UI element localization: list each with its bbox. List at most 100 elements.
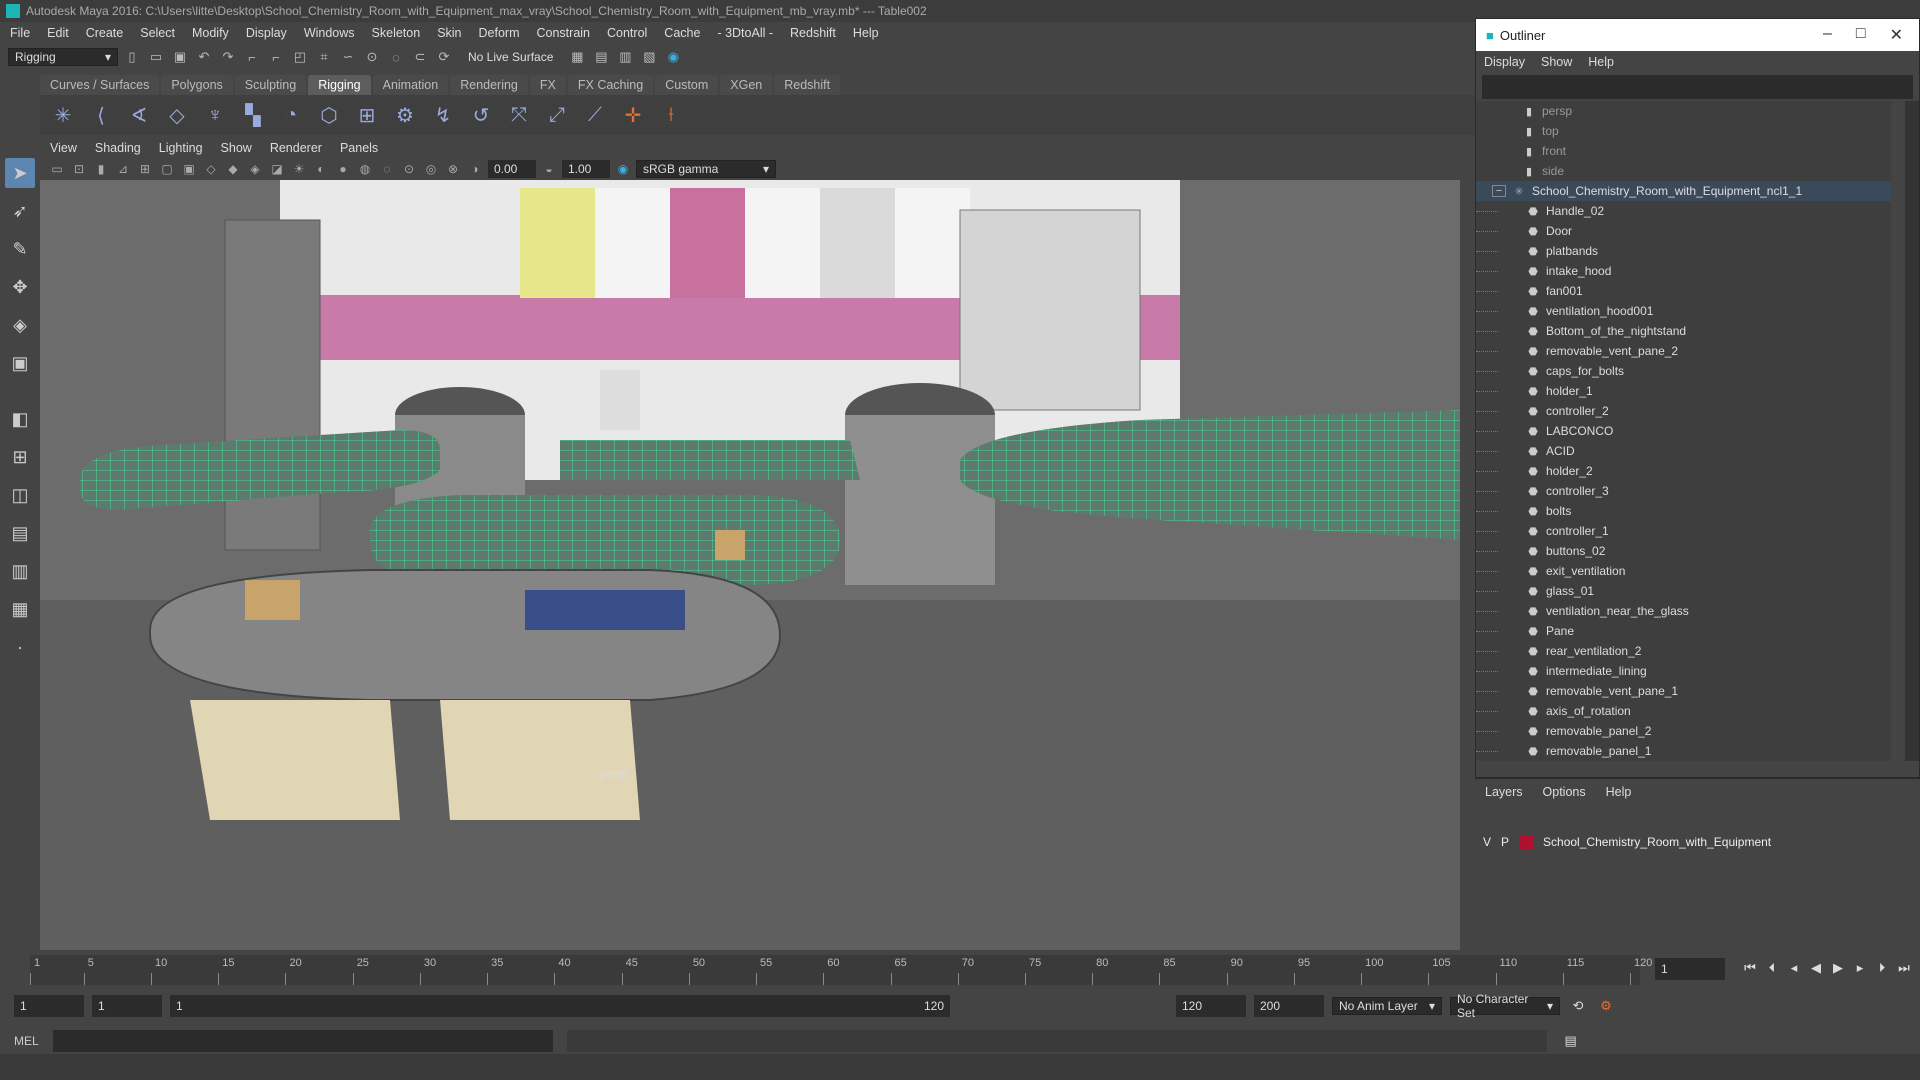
image-plane-icon[interactable]: ⊿: [114, 160, 132, 178]
outliner-menu-show[interactable]: Show: [1541, 55, 1572, 69]
parent-constraint-icon[interactable]: ⚙: [390, 100, 420, 130]
render-view-icon[interactable]: ▦: [567, 47, 587, 67]
aim-constraint-icon[interactable]: ⤢: [542, 100, 572, 130]
tab-sculpting[interactable]: Sculpting: [234, 75, 307, 95]
textured-icon[interactable]: ◪: [268, 160, 286, 178]
ik-fk-icon[interactable]: ⟊: [656, 100, 686, 130]
two-view-icon[interactable]: ◫: [5, 480, 35, 510]
command-input[interactable]: [52, 1030, 553, 1052]
snap-curve-icon[interactable]: ∽: [338, 47, 358, 67]
tab-animation[interactable]: Animation: [372, 75, 449, 95]
render-frame-icon[interactable]: ▤: [591, 47, 611, 67]
step-forward-frame-icon[interactable]: ▸: [1850, 958, 1870, 978]
menu-cache[interactable]: Cache: [664, 26, 700, 40]
layer-color-swatch[interactable]: [1519, 835, 1534, 849]
snap-grid-icon[interactable]: ⌗: [314, 47, 334, 67]
outliner-scrollbar[interactable]: [1905, 101, 1919, 761]
animation-prefs-icon[interactable]: ⚙: [1596, 996, 1616, 1016]
list-item[interactable]: ⬣ exit_ventilation: [1476, 561, 1891, 581]
persp-graph-icon[interactable]: ▥: [5, 556, 35, 586]
list-item[interactable]: ⬣ axis_of_rotation: [1476, 701, 1891, 721]
list-item[interactable]: ⬣ Pane: [1476, 621, 1891, 641]
menu-display[interactable]: Display: [246, 26, 287, 40]
redo-icon[interactable]: ↷: [218, 47, 238, 67]
single-view-icon[interactable]: ◧: [5, 404, 35, 434]
select-object-icon[interactable]: ⌐: [266, 47, 286, 67]
play-backward-icon[interactable]: ◀: [1806, 958, 1826, 978]
range-slider-bar[interactable]: 1 120: [170, 995, 950, 1017]
tab-rigging[interactable]: Rigging: [308, 75, 371, 95]
anti-aliasing-icon[interactable]: ◌: [378, 160, 396, 178]
list-item[interactable]: ⬣ Handle_02: [1476, 201, 1891, 221]
locator-icon[interactable]: ✛: [618, 100, 648, 130]
smooth-shade-icon[interactable]: ◆: [224, 160, 242, 178]
persp-outliner-icon[interactable]: ▤: [5, 518, 35, 548]
list-item[interactable]: ⬣ removable_vent_pane_1: [1476, 681, 1891, 701]
panel-menu-show[interactable]: Show: [221, 141, 252, 155]
lights-icon[interactable]: ☀: [290, 160, 308, 178]
tab-rendering[interactable]: Rendering: [450, 75, 528, 95]
colorspace-dropdown[interactable]: sRGB gamma ▾: [636, 160, 776, 178]
list-item[interactable]: ⬣ intake_hood: [1476, 261, 1891, 281]
ambient-occlusion-icon[interactable]: ●: [334, 160, 352, 178]
list-item[interactable]: ⬣ controller_2: [1476, 401, 1891, 421]
list-item[interactable]: ⬣ removable_vent_pane_2: [1476, 341, 1891, 361]
pole-vector-icon[interactable]: ⟋: [580, 100, 610, 130]
current-frame-field[interactable]: 1: [1655, 958, 1725, 980]
new-scene-icon[interactable]: ▯: [122, 47, 142, 67]
film-gate-icon[interactable]: ▢: [158, 160, 176, 178]
live-surface-label[interactable]: No Live Surface: [468, 50, 553, 64]
paint-weights-icon[interactable]: ◔: [276, 100, 306, 130]
ik-spline-icon[interactable]: ∢: [124, 100, 154, 130]
menu-deform[interactable]: Deform: [479, 26, 520, 40]
list-item[interactable]: ⬣ rear_ventilation_2: [1476, 641, 1891, 661]
layers-menu-help[interactable]: Help: [1606, 785, 1632, 799]
maximize-icon[interactable]: □: [1856, 25, 1866, 45]
menu-windows[interactable]: Windows: [304, 26, 355, 40]
list-item[interactable]: ⬣ platbands: [1476, 241, 1891, 261]
list-item[interactable]: ▮ side: [1476, 161, 1891, 181]
menu-modify[interactable]: Modify: [192, 26, 229, 40]
collapse-icon[interactable]: −: [1492, 185, 1506, 197]
resolution-gate-icon[interactable]: ▣: [180, 160, 198, 178]
layer-row[interactable]: V P School_Chemistry_Room_with_Equipment: [1483, 831, 1903, 853]
save-scene-icon[interactable]: ▣: [170, 47, 190, 67]
tab-curves-surfaces[interactable]: Curves / Surfaces: [40, 75, 160, 95]
quick-rig-icon[interactable]: ♆: [200, 100, 230, 130]
orient-constraint-icon[interactable]: ↺: [466, 100, 496, 130]
lasso-tool-icon[interactable]: ➶: [5, 196, 35, 226]
bookmark-icon[interactable]: ▮: [92, 160, 110, 178]
wireframe-icon[interactable]: ◇: [202, 160, 220, 178]
list-item[interactable]: ⬣ glass_01: [1476, 581, 1891, 601]
step-forward-key-icon[interactable]: ⏵: [1872, 958, 1892, 978]
step-back-key-icon[interactable]: ⏴: [1762, 958, 1782, 978]
scale-tool-icon[interactable]: ▣: [5, 348, 35, 378]
open-scene-icon[interactable]: ▭: [146, 47, 166, 67]
tab-xgen[interactable]: XGen: [720, 75, 773, 95]
undo-icon[interactable]: ↶: [194, 47, 214, 67]
lattice-icon[interactable]: ⬡: [314, 100, 344, 130]
layer-visibility-toggle[interactable]: V: [1483, 835, 1491, 849]
list-item[interactable]: ⬣ holder_2: [1476, 461, 1891, 481]
menu-skin[interactable]: Skin: [437, 26, 461, 40]
anim-layer-dropdown[interactable]: No Anim Layer ▾: [1332, 997, 1442, 1015]
list-item[interactable]: ⬣ fan001: [1476, 281, 1891, 301]
menu-constrain[interactable]: Constrain: [537, 26, 591, 40]
live-surface-icon[interactable]: ⟳: [434, 47, 454, 67]
tab-fx-caching[interactable]: FX Caching: [567, 75, 654, 95]
move-tool-icon[interactable]: ✥: [5, 272, 35, 302]
mode-dropdown[interactable]: Rigging ▾: [8, 48, 118, 66]
command-language-label[interactable]: MEL: [14, 1034, 39, 1048]
list-item[interactable]: ⬣ bolts: [1476, 501, 1891, 521]
script-editor-icon[interactable]: ▤: [1561, 1031, 1581, 1051]
panel-menu-lighting[interactable]: Lighting: [159, 141, 203, 155]
point-constraint-icon[interactable]: ↯: [428, 100, 458, 130]
list-item[interactable]: ⬣ removable_panel_1: [1476, 741, 1891, 761]
panel-menu-renderer[interactable]: Renderer: [270, 141, 322, 155]
shadows-icon[interactable]: ◐: [312, 160, 330, 178]
list-item[interactable]: ▮ top: [1476, 121, 1891, 141]
grid-icon[interactable]: ⊞: [136, 160, 154, 178]
ik-handle-icon[interactable]: ⟨: [86, 100, 116, 130]
list-item[interactable]: ▮ front: [1476, 141, 1891, 161]
menu-control[interactable]: Control: [607, 26, 647, 40]
